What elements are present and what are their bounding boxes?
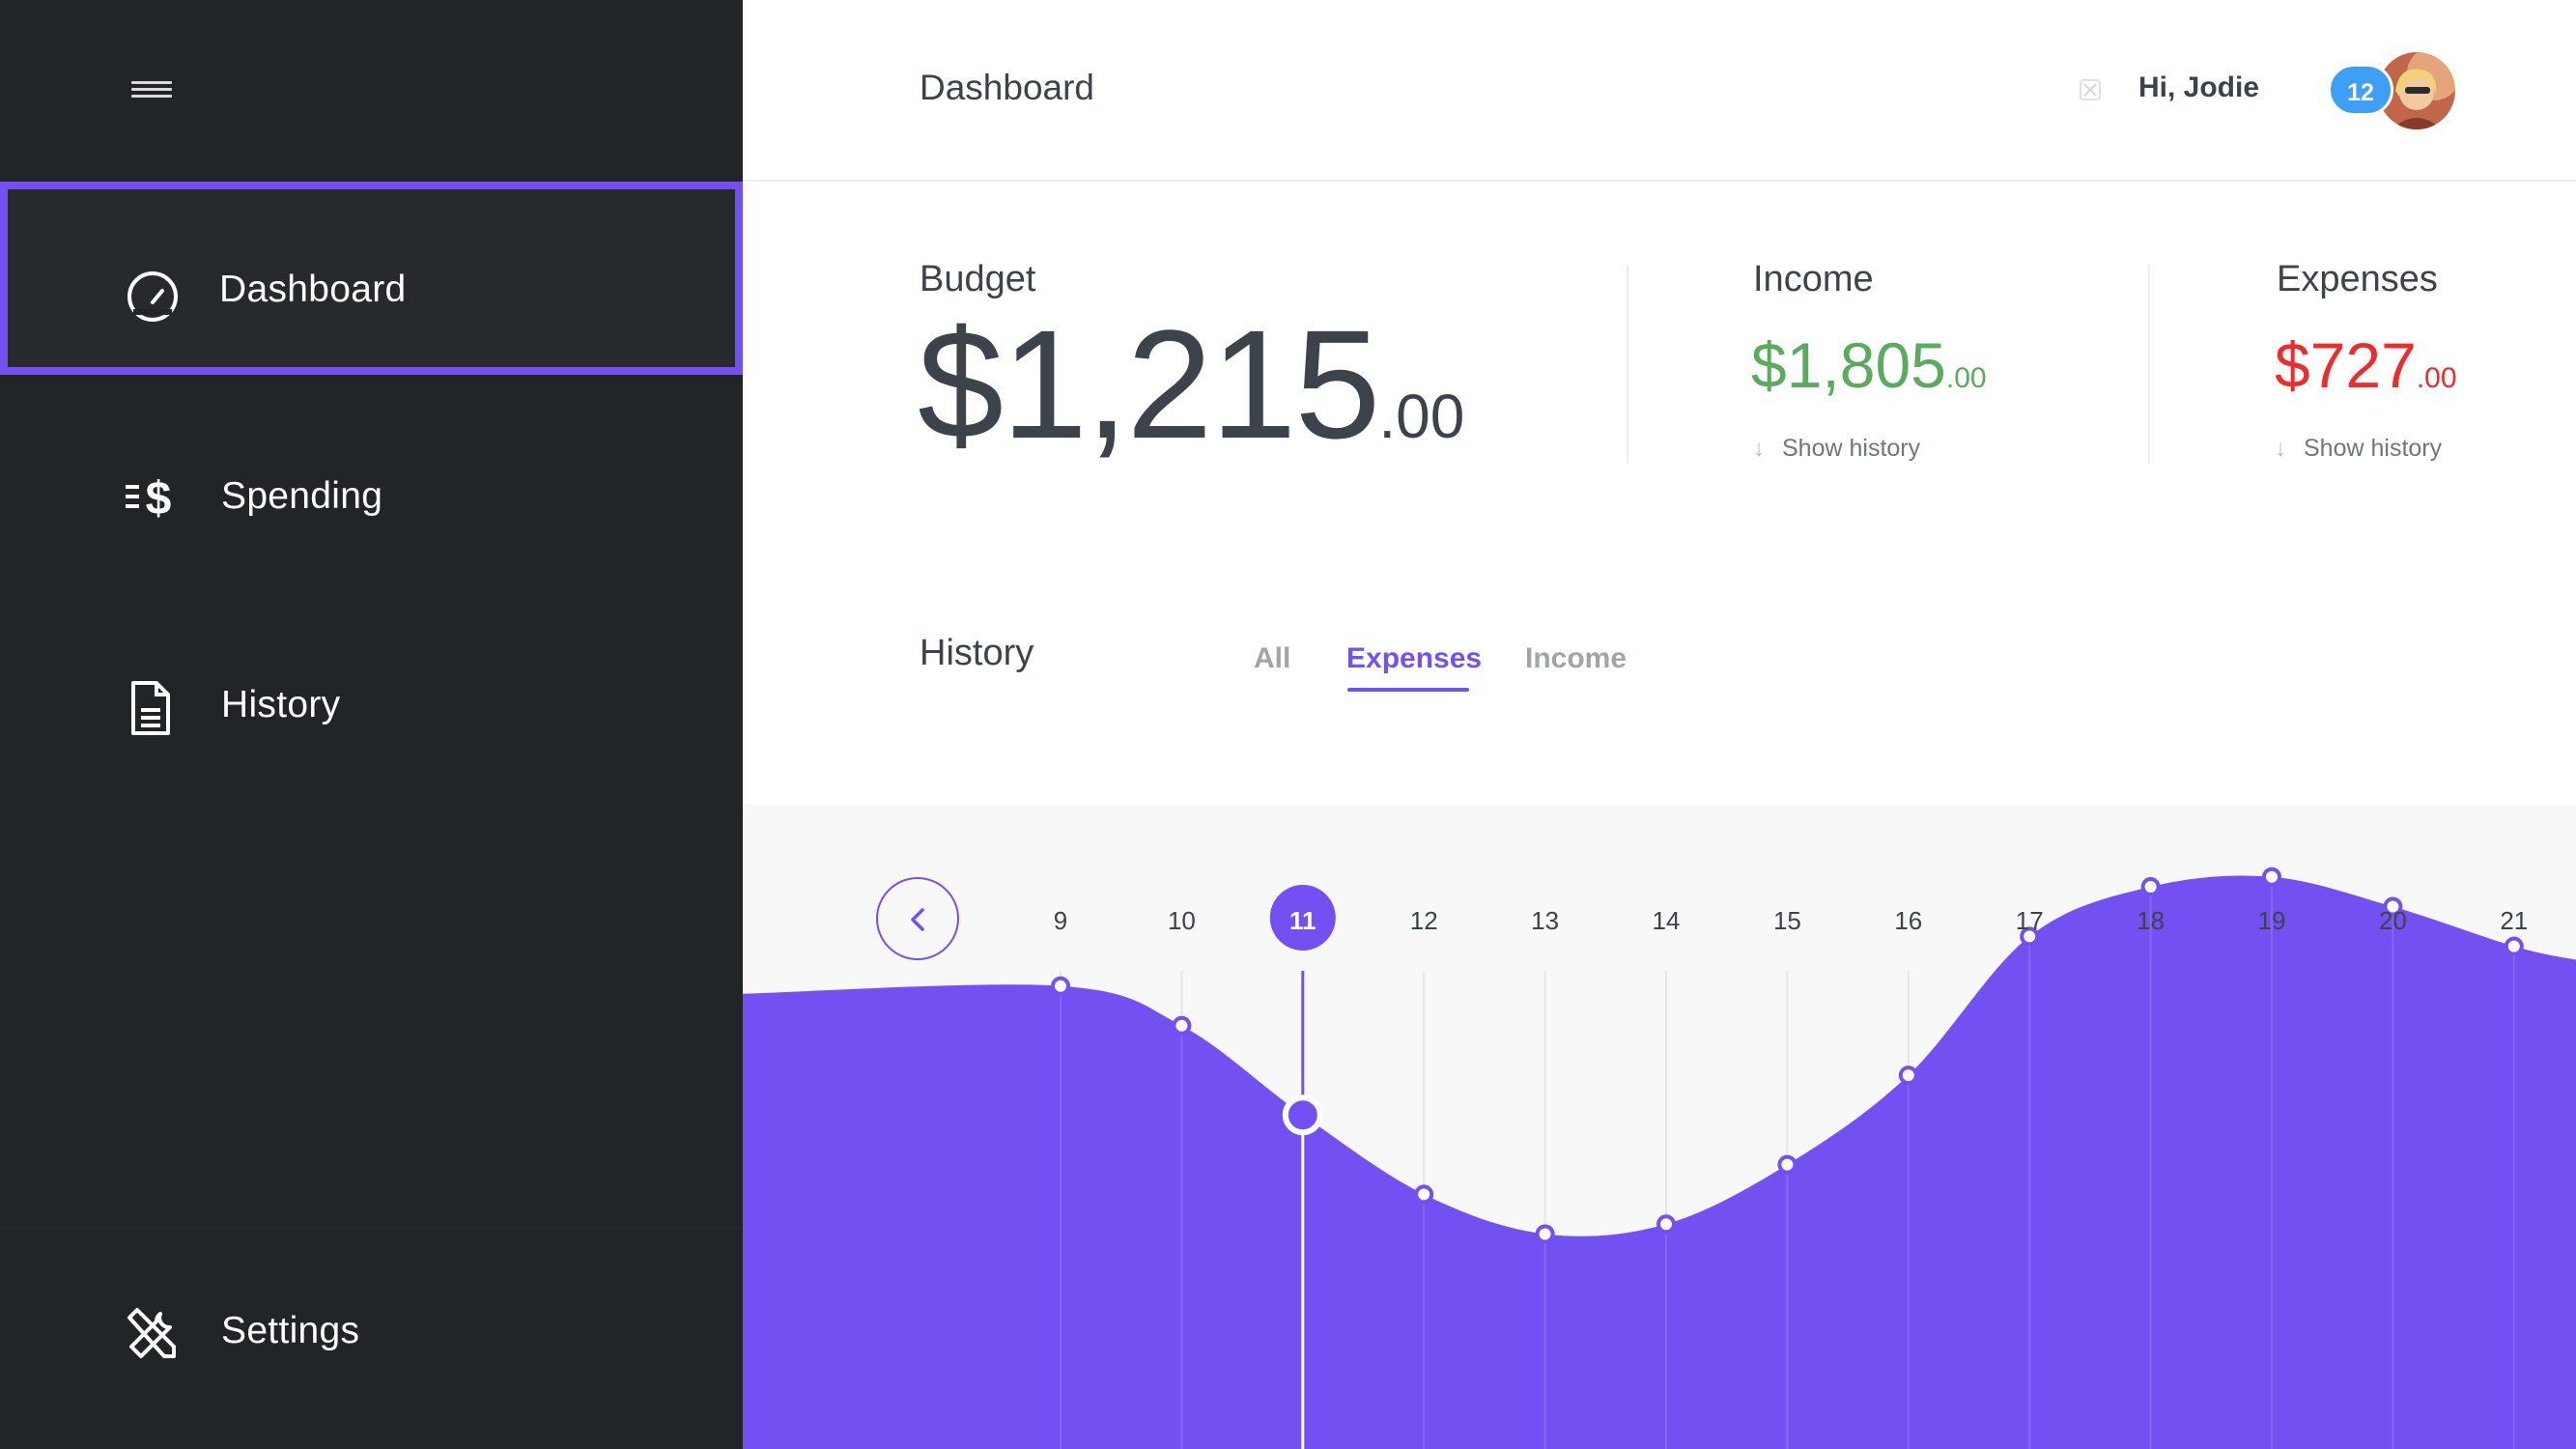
data-point[interactable] <box>1051 976 1070 996</box>
close-icon[interactable] <box>2078 77 2103 102</box>
day-label[interactable]: 9 <box>1054 906 1067 935</box>
day-label[interactable]: 16 <box>1894 906 1922 935</box>
day-label[interactable]: 17 <box>2016 906 2044 935</box>
divider <box>1627 266 1628 464</box>
budget-label: Budget <box>920 259 1036 299</box>
svg-text:$: $ <box>146 473 172 525</box>
history-title: History <box>920 633 1034 673</box>
income-label: Income <box>1753 259 1874 299</box>
sidebar-item-dashboard[interactable]: Dashboard <box>0 182 743 375</box>
data-point[interactable] <box>2262 867 2281 887</box>
day-label[interactable]: 14 <box>1653 906 1681 935</box>
sidebar: Dashboard $ Spending History Settings <box>0 0 743 1449</box>
data-point[interactable] <box>1898 1065 1918 1086</box>
speedometer-icon <box>124 268 182 326</box>
user-greeting: Hi, Jodie <box>2138 71 2260 103</box>
tools-icon <box>122 1304 180 1362</box>
sidebar-item-history[interactable]: History <box>0 609 743 802</box>
data-point[interactable] <box>1172 1015 1192 1036</box>
day-label[interactable]: 10 <box>1168 906 1196 935</box>
expenses-value: $727.00 <box>2275 331 2457 412</box>
chevron-left-icon <box>911 908 924 931</box>
day-label[interactable]: 19 <box>2258 906 2286 935</box>
sidebar-item-spending[interactable]: $ Spending <box>0 402 743 595</box>
income-cents: .00 <box>1945 362 1987 394</box>
expenses-whole: $727 <box>2275 329 2417 401</box>
day-label[interactable]: 15 <box>1773 906 1801 935</box>
expenses-label: Expenses <box>2277 259 2438 299</box>
data-point[interactable] <box>2504 936 2524 956</box>
active-tab-indicator <box>1347 688 1469 692</box>
expenses-area <box>743 875 2576 1449</box>
day-label[interactable]: 18 <box>2137 906 2165 935</box>
income-show-history-link[interactable]: ↓ Show history <box>1753 435 1920 463</box>
expenses-cents: .00 <box>2416 362 2457 394</box>
day-label[interactable]: 11 <box>1289 906 1316 935</box>
arrow-down-icon: ↓ <box>2275 436 2286 462</box>
data-point[interactable] <box>1414 1184 1434 1205</box>
arrow-down-icon: ↓ <box>1753 436 1765 462</box>
tab-expenses[interactable]: Expenses <box>1346 642 1482 675</box>
history-chart: 9 10 11 12 13 14 15 16 17 18 19 20 21 <box>743 805 2576 1449</box>
top-header: Dashboard Hi, Jodie 12 <box>743 0 2576 182</box>
budget-value: $1,215.00 <box>918 307 1464 494</box>
expenses-show-history-link[interactable]: ↓ Show history <box>2275 435 2442 463</box>
data-point[interactable] <box>1535 1224 1555 1244</box>
tab-all[interactable]: All <box>1254 642 1290 675</box>
dollar-speed-icon: $ <box>122 468 180 526</box>
income-value: $1,805.00 <box>1751 331 1987 412</box>
document-icon <box>122 679 180 737</box>
hamburger-menu-icon[interactable] <box>127 75 176 104</box>
budget-whole: $1,215 <box>918 298 1380 470</box>
budget-cents: .00 <box>1378 382 1465 451</box>
page-title: Dashboard <box>920 68 1095 107</box>
day-label[interactable]: 21 <box>2500 906 2528 935</box>
data-point[interactable] <box>1777 1154 1798 1175</box>
sidebar-item-label: History <box>221 684 341 725</box>
sidebar-item-label: Dashboard <box>219 269 407 310</box>
divider <box>0 1227 743 1229</box>
show-history-label: Show history <box>2304 435 2443 462</box>
notification-badge[interactable]: 12 <box>2328 64 2393 116</box>
day-label[interactable]: 12 <box>1410 906 1438 935</box>
sidebar-item-label: Settings <box>221 1310 360 1351</box>
data-point[interactable] <box>2140 877 2161 897</box>
show-history-label: Show history <box>1782 435 1921 462</box>
data-point[interactable] <box>1282 1094 1323 1136</box>
divider <box>2148 266 2150 464</box>
day-label[interactable]: 20 <box>2379 906 2407 935</box>
data-point[interactable] <box>1656 1214 1676 1235</box>
sidebar-item-label: Spending <box>221 475 383 517</box>
chart-canvas: 9 10 11 12 13 14 15 16 17 18 19 20 21 <box>743 867 2576 1449</box>
previous-button[interactable] <box>876 877 959 960</box>
income-whole: $1,805 <box>1751 329 1946 401</box>
sidebar-item-settings[interactable]: Settings <box>0 1236 743 1430</box>
day-label[interactable]: 13 <box>1531 906 1559 935</box>
tab-income[interactable]: Income <box>1525 642 1627 675</box>
